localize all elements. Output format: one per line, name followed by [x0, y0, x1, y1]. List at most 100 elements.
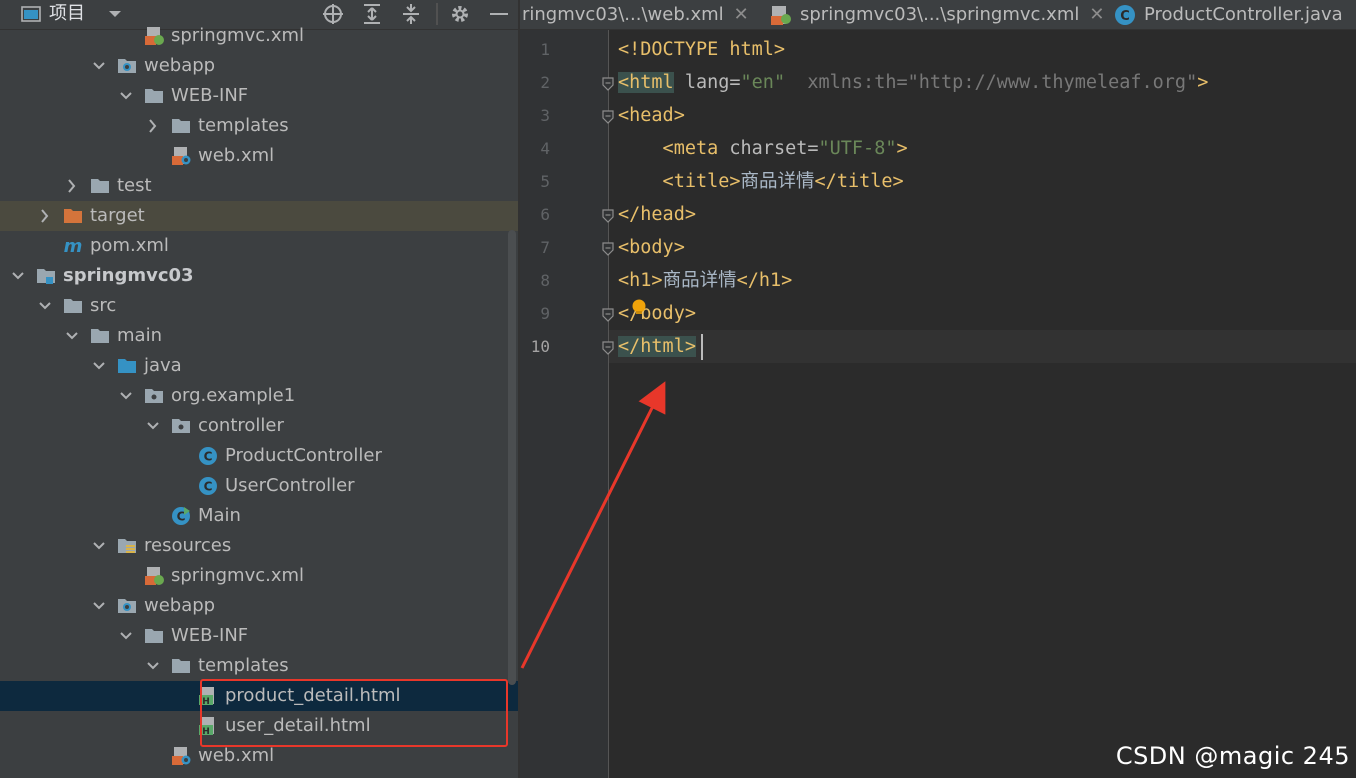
chevron-down-icon[interactable]	[119, 386, 133, 406]
tree-item[interactable]: springmvc.xml	[0, 561, 518, 591]
lightbulb-icon[interactable]	[631, 299, 647, 315]
tree-item-label: templates	[198, 655, 289, 676]
code-token: "UTF-8"	[818, 138, 897, 159]
fold-marker-icon[interactable]	[601, 241, 615, 256]
tree-item[interactable]: WEB-INF	[0, 81, 518, 111]
tree-item[interactable]: templates	[0, 111, 518, 141]
fold-marker-icon[interactable]	[601, 109, 615, 124]
class-icon: C	[198, 446, 218, 466]
tree-item[interactable]: test	[0, 171, 518, 201]
web-folder-icon	[117, 56, 137, 76]
tree-item[interactable]: org.example1	[0, 381, 518, 411]
tree-item[interactable]: C ProductController	[0, 441, 518, 471]
project-scrollbar[interactable]	[508, 230, 516, 685]
chevron-down-icon[interactable]	[119, 86, 133, 106]
tree-item-label: test	[117, 175, 152, 196]
chevron-down-icon[interactable]	[92, 536, 106, 556]
chevron-down-icon[interactable]	[38, 296, 52, 316]
folder-icon	[144, 86, 164, 106]
resources-folder-icon	[117, 536, 137, 556]
tree-item[interactable]: web.xml	[0, 141, 518, 171]
folder-icon	[144, 626, 164, 646]
folder-icon	[90, 326, 110, 346]
folder-icon	[63, 296, 83, 316]
svg-text:C: C	[204, 450, 213, 464]
chevron-down-icon[interactable]	[11, 266, 25, 286]
tree-item-label: springmvc.xml	[171, 25, 305, 46]
project-panel: 项目 springmvc.xml webapp WEB-INF templates we…	[0, 0, 518, 778]
fold-marker-icon[interactable]	[601, 307, 615, 322]
tree-item-label: springmvc03	[63, 265, 194, 286]
code-token: 商品详情	[740, 171, 815, 192]
chevron-down-icon[interactable]	[119, 626, 133, 646]
code-line[interactable]: <!DOCTYPE html>	[618, 33, 785, 66]
tab-productcontroller-java[interactable]: C ProductController.java	[1114, 0, 1343, 29]
annotation-highlight-box	[200, 679, 508, 747]
code-editor[interactable]: 1 2 3 4 5 6 7 8 9 10 <!DOCTYPE html> <html lang="e…	[520, 30, 1356, 778]
code-token: <html	[618, 72, 674, 93]
code-token: lang=	[673, 72, 741, 93]
current-line-highlight	[609, 330, 1356, 363]
chevron-down-icon[interactable]	[146, 656, 160, 676]
module-icon	[36, 266, 56, 286]
chevron-down-icon[interactable]	[92, 356, 106, 376]
code-line[interactable]: <html lang="en" xmlns:th="http://www.thy…	[618, 66, 1208, 99]
tree-item[interactable]: target	[0, 201, 518, 231]
excluded-folder-icon	[63, 206, 83, 226]
fold-marker-icon[interactable]	[601, 76, 615, 91]
tree-item-label: org.example1	[171, 385, 296, 406]
tree-item[interactable]: webapp	[0, 591, 518, 621]
chevron-right-icon[interactable]	[38, 206, 52, 226]
tree-item[interactable]: controller	[0, 411, 518, 441]
code-token: </html>	[618, 336, 696, 357]
package-icon	[144, 386, 164, 406]
tree-item[interactable]: templates	[0, 651, 518, 681]
code-line[interactable]: <body>	[618, 231, 685, 264]
line-number: 5	[540, 172, 550, 191]
tree-item[interactable]: C Main	[0, 501, 518, 531]
tab-web-xml[interactable]: ringmvc03\...\web.xml ✕	[522, 0, 749, 29]
chevron-down-icon[interactable]	[92, 596, 106, 616]
code-line[interactable]: <title>商品详情</title>	[618, 165, 904, 198]
code-line[interactable]: </body>	[618, 297, 696, 330]
tree-item[interactable]: src	[0, 291, 518, 321]
class-icon: C	[1114, 4, 1136, 26]
editor-tab-bar: ringmvc03\...\web.xml ✕ springmvc03\...\…	[520, 0, 1356, 30]
fold-marker-icon[interactable]	[601, 340, 615, 355]
tree-item[interactable]: webapp	[0, 51, 518, 81]
code-token: 商品详情	[662, 270, 737, 291]
chevron-down-icon[interactable]	[146, 416, 160, 436]
tree-item[interactable]: java	[0, 351, 518, 381]
web-folder-icon	[117, 596, 137, 616]
chevron-right-icon[interactable]	[146, 116, 160, 136]
tree-item[interactable]: m pom.xml	[0, 231, 518, 261]
line-number: 2	[540, 73, 550, 92]
code-token: </title>	[814, 171, 904, 192]
close-icon[interactable]: ✕	[734, 4, 749, 25]
code-line[interactable]: </html>	[618, 330, 696, 363]
tree-item[interactable]: WEB-INF	[0, 621, 518, 651]
code-token: xmlns:th=	[785, 72, 908, 93]
tree-item-label: WEB-INF	[171, 625, 249, 646]
chevron-down-icon[interactable]	[65, 326, 79, 346]
line-number: 8	[540, 271, 550, 290]
chevron-down-icon[interactable]	[92, 56, 106, 76]
code-line[interactable]: <head>	[618, 99, 685, 132]
tree-item[interactable]: main	[0, 321, 518, 351]
tree-item[interactable]: C UserController	[0, 471, 518, 501]
chevron-right-icon[interactable]	[65, 176, 79, 196]
line-number: 10	[530, 337, 550, 356]
code-line[interactable]: <h1>商品详情</h1>	[618, 264, 792, 297]
tree-item[interactable]: springmvc03	[0, 261, 518, 291]
code-line[interactable]: </head>	[618, 198, 696, 231]
tab-springmvc-xml[interactable]: springmvc03\...\springmvc.xml ✕	[770, 0, 1104, 29]
code-token: <title>	[618, 171, 741, 192]
tree-item[interactable]: springmvc.xml	[0, 21, 518, 51]
code-line[interactable]: <meta charset="UTF-8">	[618, 132, 908, 165]
code-token: charset=	[718, 138, 819, 159]
code-token: <!DOCTYPE html>	[618, 39, 786, 60]
close-icon[interactable]: ✕	[1089, 4, 1104, 25]
fold-marker-icon[interactable]	[601, 208, 615, 223]
tab-label: ProductController.java	[1144, 4, 1343, 25]
tree-item[interactable]: resources	[0, 531, 518, 561]
